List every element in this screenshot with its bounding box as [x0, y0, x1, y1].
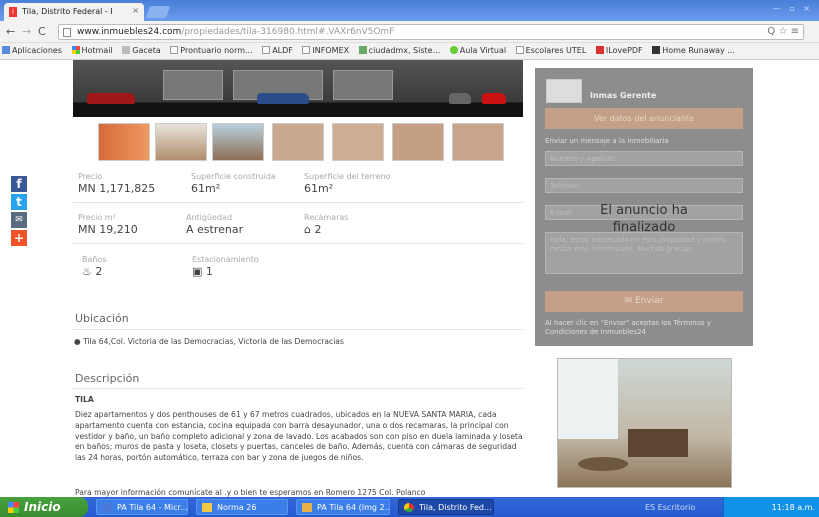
bookmark-star-icon[interactable]: Q ☆ ≡ [767, 26, 799, 37]
table-graphic [578, 457, 628, 471]
bookmark-item[interactable]: Aplicaciones [2, 46, 62, 55]
forward-arrow-icon[interactable]: → [22, 25, 31, 38]
bookmark-item[interactable]: ILovePDF [595, 46, 643, 55]
chrome-icon [404, 503, 414, 512]
location-title: Ubicación [75, 312, 129, 325]
system-tray: 11:18 a.m. [723, 497, 819, 517]
bookmark-item[interactable]: ALDF [262, 46, 293, 55]
page-icon [63, 28, 71, 37]
favicon-icon: i [9, 7, 17, 17]
spec-built-area: Superficie construida 61m² [191, 172, 276, 195]
window-graphic [558, 359, 618, 439]
spec-price-per-m2: Precio m² MN 19,210 [78, 213, 138, 236]
bookmark-item[interactable]: Escolares UTEL [515, 46, 586, 55]
address: ● Tila 64,Col. Victoria de las Democraci… [74, 337, 344, 346]
browser-toolbar: ← → C www.inmuebles24.com/propiedades/ti… [0, 21, 819, 43]
description-title: Descripción [75, 372, 140, 385]
email-icon[interactable]: ✉ [11, 212, 27, 228]
language-indicator[interactable]: ES Escritorio [645, 503, 695, 512]
car-graphic [87, 93, 135, 104]
word-icon [102, 503, 112, 512]
bookmark-item[interactable]: ciudadmx, Siste... [358, 46, 440, 55]
windows-taskbar: Inicio PA Tila 64 - Micr... Norma 26 PA … [0, 497, 819, 517]
spec-bedrooms: Recámaras ⌂ 2 [304, 213, 349, 236]
taskbar-item-paint[interactable]: PA Tila 64 (Img 2... [296, 499, 390, 515]
address-bar[interactable]: www.inmuebles24.com/propiedades/tila-316… [58, 24, 804, 40]
spec-price: Precio MN 1,171,825 [78, 172, 156, 195]
divider [73, 388, 523, 389]
twitter-icon[interactable]: t [11, 194, 27, 210]
bath-icon: ♨ [82, 265, 92, 278]
thumbnail-facade[interactable] [98, 123, 150, 161]
share-plus-icon[interactable]: + [11, 230, 27, 246]
facade-window [333, 70, 393, 100]
reload-icon[interactable]: C [38, 25, 46, 38]
bookmark-item[interactable]: Gaceta [122, 46, 161, 55]
browser-tab[interactable]: i Tila, Distrito Federal - I × [4, 3, 144, 21]
thumbnail-tower[interactable] [155, 123, 207, 161]
spec-age: Antigüedad A estrenar [186, 213, 244, 236]
bookmark-item[interactable]: Prontuario norm... [170, 46, 253, 55]
bookmarks-bar: Aplicaciones Hotmail Gaceta Prontuario n… [0, 43, 819, 60]
facebook-icon[interactable]: f [11, 176, 27, 192]
interior-photo[interactable] [557, 358, 732, 488]
divider [73, 243, 523, 244]
garage-icon: ▣ [192, 265, 203, 278]
tab-strip: i Tila, Distrito Federal - I × — ▫ × [0, 0, 819, 21]
social-share-bar: f t ✉ + [11, 176, 29, 248]
new-tab-button[interactable] [145, 6, 171, 18]
phone-input[interactable]: Teléfono [545, 178, 743, 193]
folder-icon [202, 503, 212, 512]
divider [73, 329, 523, 330]
message-textarea[interactable]: Hola, estoy interesado en esta propiedad… [545, 232, 743, 274]
thumbnail-floorplan[interactable] [452, 123, 504, 161]
windows-logo-icon [8, 502, 19, 513]
spec-bathrooms: Baños ♨ 2 [82, 255, 107, 278]
tab-title: Tila, Distrito Federal - I [22, 7, 113, 16]
agency-name: Inmas Gerente [590, 91, 657, 100]
thumbnail-floorplan[interactable] [272, 123, 324, 161]
page-content: f t ✉ + Precio MN 1,171,825 Superficie co… [0, 60, 819, 497]
clock[interactable]: 11:18 a.m. [772, 503, 815, 512]
bookmark-item[interactable]: Aula Virtual [449, 46, 506, 55]
url-host: www.inmuebles24.com [77, 27, 182, 37]
window-controls[interactable]: — ▫ × [773, 4, 813, 13]
location-pin-icon: ● [74, 337, 81, 346]
terms-note: Al hacer clic en "Enviar" aceptas los Té… [545, 319, 712, 336]
description-text: Diez apartamentos y dos penthouses de 61… [75, 410, 523, 463]
listing-ended-overlay: El anuncio ha finalizado [600, 203, 688, 235]
spec-parking: Estacionamiento ▣ 1 [192, 255, 259, 278]
car-graphic [449, 93, 471, 104]
view-contact-button[interactable]: Ver datos del anunciante [545, 108, 743, 129]
bookmark-item[interactable]: Hotmail [71, 46, 113, 55]
bed-icon: ⌂ [304, 223, 311, 236]
send-button[interactable]: ✉ Enviar [545, 291, 743, 312]
divider [73, 202, 523, 203]
back-arrow-icon[interactable]: ← [6, 25, 15, 38]
description-heading: TILA [75, 395, 94, 404]
car-graphic [482, 93, 506, 104]
taskbar-item-word[interactable]: PA Tila 64 - Micr... [96, 499, 188, 515]
facade-window [163, 70, 223, 100]
form-label: Enviar un mensaje a la inmobiliaria [545, 137, 669, 145]
url-path: /propiedades/tila-316980.html#.VAXr6nV5O… [181, 27, 395, 37]
thumbnail-floorplan[interactable] [392, 123, 444, 161]
start-button[interactable]: Inicio [0, 497, 88, 517]
taskbar-item-chrome[interactable]: Tila, Distrito Fed... [398, 499, 494, 515]
name-input[interactable]: Nombre y Apellido [545, 151, 743, 166]
photo-thumbnails [98, 123, 518, 161]
bookmark-item[interactable]: Home Runaway ... [652, 46, 735, 55]
taskbar-item-folder[interactable]: Norma 26 [196, 499, 288, 515]
spec-land-area: Superficie del terreno 61m² [304, 172, 391, 195]
thumbnail-tower[interactable] [212, 123, 264, 161]
car-graphic [257, 93, 309, 104]
bookmark-item[interactable]: INFOMEX [302, 46, 349, 55]
sofa-graphic [628, 429, 688, 457]
building-render-image[interactable] [73, 60, 523, 117]
agency-logo [546, 79, 582, 103]
paint-icon [302, 503, 312, 512]
tab-close-icon[interactable]: × [132, 6, 139, 15]
thumbnail-floorplan[interactable] [332, 123, 384, 161]
contact-text: Para mayor información comunícate al .y … [75, 488, 426, 497]
